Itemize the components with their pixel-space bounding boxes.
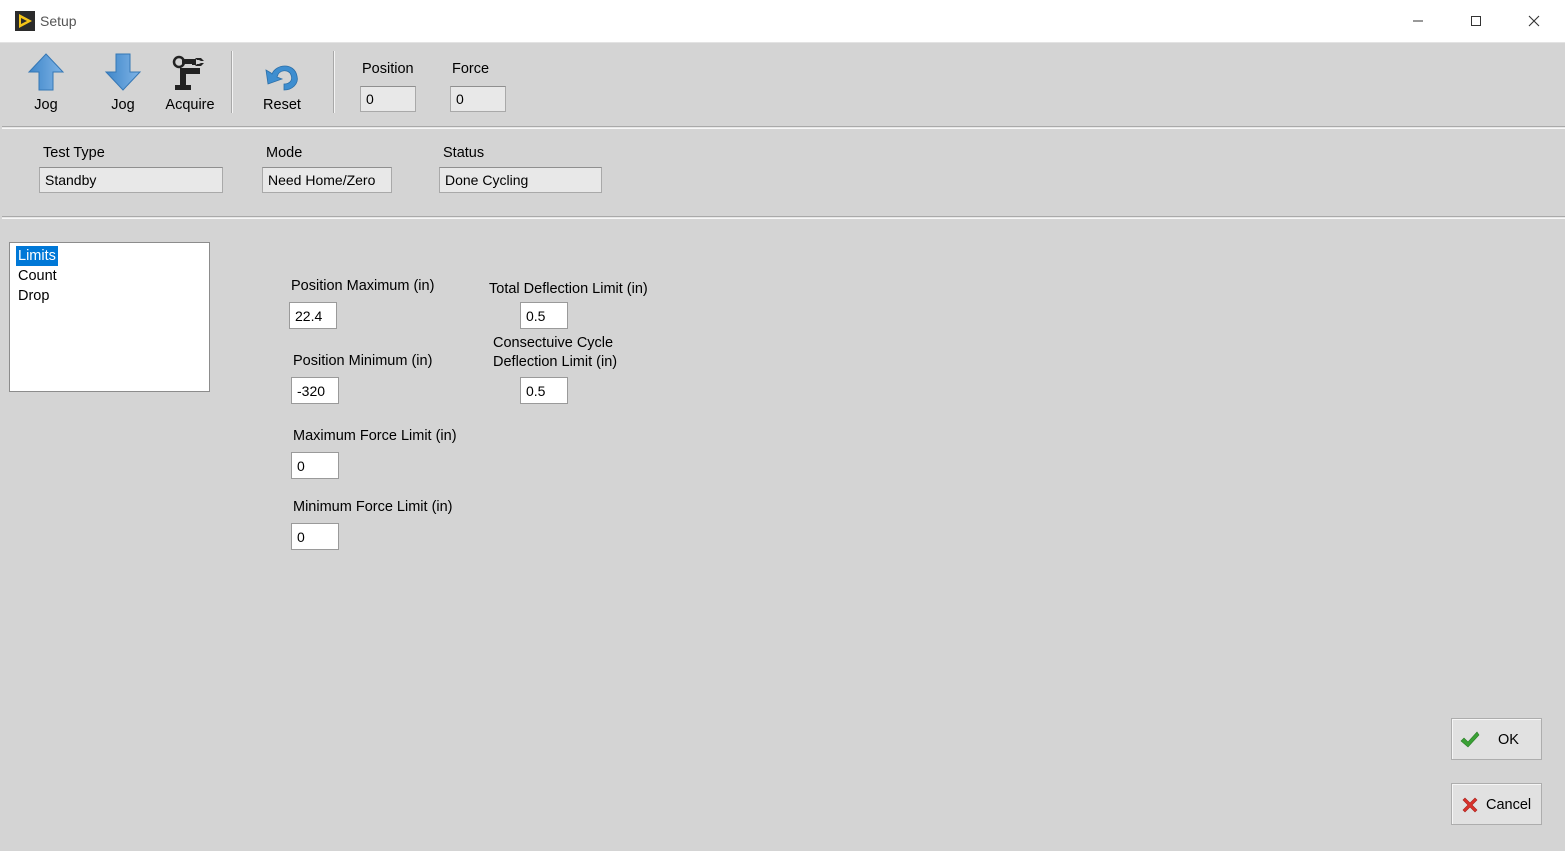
mode-readout: Need Home/Zero — [262, 167, 392, 193]
arrow-up-icon — [16, 48, 76, 92]
position-max-label: Position Maximum (in) — [291, 278, 435, 294]
minimize-button[interactable] — [1395, 0, 1441, 42]
ok-button[interactable]: OK — [1451, 718, 1542, 760]
max-force-input[interactable]: 0 — [291, 452, 339, 479]
total-deflection-input[interactable]: 0.5 — [520, 302, 568, 329]
min-force-label: Minimum Force Limit (in) — [293, 499, 453, 515]
reset-button[interactable]: Reset — [252, 48, 312, 118]
title-bar: Setup — [0, 0, 1565, 43]
status-label: Status — [443, 145, 485, 161]
max-force-label: Maximum Force Limit (in) — [293, 428, 457, 444]
total-deflection-label: Total Deflection Limit (in) — [489, 281, 648, 297]
maximize-button[interactable] — [1453, 0, 1499, 42]
x-icon — [1462, 797, 1478, 813]
robot-arm-icon — [160, 48, 220, 92]
test-type-label: Test Type — [43, 145, 105, 161]
jog-up-label: Jog — [34, 97, 58, 113]
status-readout: Done Cycling — [439, 167, 602, 193]
reset-label: Reset — [263, 97, 301, 113]
divider — [2, 126, 1565, 129]
labview-run-icon — [15, 11, 35, 31]
acquire-button[interactable]: Acquire — [160, 48, 220, 118]
toolbar-separator — [333, 51, 335, 113]
position-readout: 0 — [360, 86, 416, 112]
consecutive-deflection-label-line1: Consectuive Cycle — [493, 335, 614, 351]
position-max-input[interactable]: 22.4 — [289, 302, 337, 329]
cancel-label: Cancel — [1486, 797, 1532, 813]
position-min-label: Position Minimum (in) — [293, 353, 433, 369]
divider — [2, 216, 1565, 219]
list-item-limits[interactable]: Limits — [16, 246, 58, 266]
jog-up-button[interactable]: Jog — [16, 48, 76, 118]
test-type-readout: Standby — [39, 167, 223, 193]
arrow-down-icon — [93, 48, 153, 92]
jog-down-button[interactable]: Jog — [93, 48, 153, 118]
settings-category-list[interactable]: Limits Count Drop — [9, 242, 210, 392]
consecutive-deflection-label-line2: Deflection Limit (in) — [493, 354, 618, 370]
close-icon — [1528, 15, 1540, 27]
position-min-input[interactable]: -320 — [291, 377, 339, 404]
list-item-count[interactable]: Count — [14, 266, 57, 286]
toolbar: Jog Jog Acquire Reset Position 0 Force 0 — [0, 43, 1565, 127]
cancel-button[interactable]: Cancel — [1451, 783, 1542, 825]
acquire-label: Acquire — [165, 97, 215, 113]
ok-label: OK — [1498, 732, 1519, 748]
min-force-input[interactable]: 0 — [291, 523, 339, 550]
close-button[interactable] — [1511, 0, 1557, 42]
position-label: Position — [362, 61, 414, 77]
undo-icon — [252, 48, 312, 92]
force-readout: 0 — [450, 86, 506, 112]
list-item-drop[interactable]: Drop — [14, 286, 49, 306]
mode-label: Mode — [266, 145, 303, 161]
jog-down-label: Jog — [111, 97, 135, 113]
force-label: Force — [452, 61, 490, 77]
toolbar-separator — [231, 51, 233, 113]
checkmark-icon — [1460, 731, 1480, 748]
minimize-icon — [1413, 20, 1423, 22]
consecutive-deflection-input[interactable]: 0.5 — [520, 377, 568, 404]
maximize-icon — [1471, 16, 1481, 26]
window-title: Setup — [40, 13, 77, 29]
